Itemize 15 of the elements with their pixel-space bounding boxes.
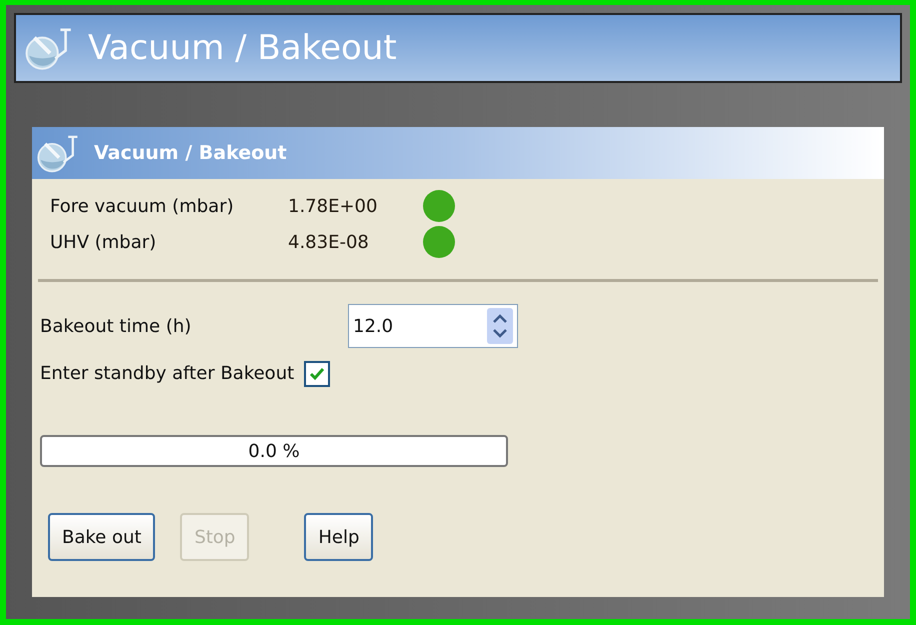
standby-label: Enter standby after Bakeout xyxy=(40,362,294,386)
progress-reading: 0.0 % xyxy=(248,440,300,464)
window-title: Vacuum / Bakeout xyxy=(88,26,397,70)
bakeout-time-label: Bakeout time (h) xyxy=(40,314,192,338)
standby-checkbox[interactable] xyxy=(304,360,330,386)
reading-value: 4.83E-08 xyxy=(288,230,370,254)
dialog-button[interactable]: Bake out xyxy=(48,513,156,561)
panel-title: Vacuum / Bakeout xyxy=(94,140,287,166)
reading-label: Fore vacuum (mbar) xyxy=(50,194,235,218)
dialog-button[interactable]: Help xyxy=(304,513,374,561)
spin-arrows-icon[interactable] xyxy=(487,308,513,344)
reading-label: UHV (mbar) xyxy=(50,230,158,254)
check-icon xyxy=(309,366,326,380)
reading-value: 1.78E+00 xyxy=(288,194,378,218)
bakeout-time-spinbox[interactable]: 12.0 xyxy=(348,304,518,348)
